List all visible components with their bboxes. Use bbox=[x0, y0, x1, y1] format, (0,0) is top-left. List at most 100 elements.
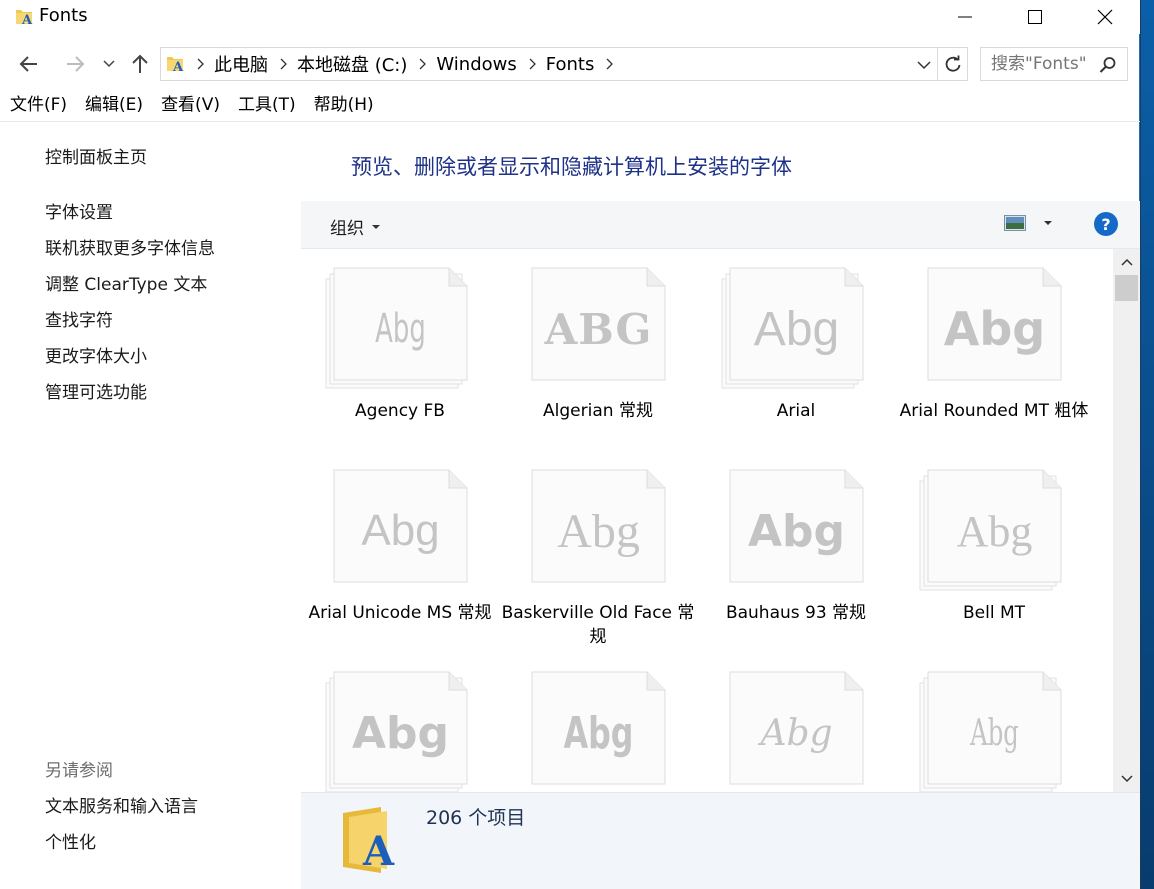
search-input[interactable] bbox=[991, 54, 1101, 74]
see-also-heading: 另请参阅 bbox=[45, 761, 113, 781]
scrollbar-thumb[interactable] bbox=[1115, 275, 1138, 301]
view-thumbnail-icon bbox=[1004, 215, 1026, 231]
font-preview-sample: Abg bbox=[956, 506, 1033, 556]
font-name-label: Arial Unicode MS 常规 bbox=[308, 603, 492, 623]
task-pane: 控制面板主页 字体设置 联机获取更多字体信息 调整 ClearType 文本 查… bbox=[0, 122, 300, 889]
font-preview-sample: ABG bbox=[544, 304, 653, 354]
caret-down-icon bbox=[372, 224, 380, 229]
close-button[interactable] bbox=[1070, 0, 1140, 34]
minimize-icon bbox=[958, 16, 972, 18]
font-preview-sample: Abg bbox=[747, 505, 846, 557]
get-more-fonts-online-link[interactable]: 联机获取更多字体信息 bbox=[45, 234, 215, 259]
chevron-right-icon bbox=[419, 58, 427, 70]
fonts-folder-icon: A bbox=[167, 57, 184, 74]
font-tile-font-tile-12[interactable]: Abg bbox=[697, 653, 895, 792]
up-button[interactable] bbox=[124, 44, 156, 84]
font-tile-bauhaus-93[interactable]: Abg Bauhaus 93 常规 bbox=[697, 451, 895, 651]
personalization-link[interactable]: 个性化 bbox=[45, 828, 96, 853]
font-tile-arial-unicode-ms[interactable]: Abg Arial Unicode MS 常规 bbox=[301, 451, 499, 651]
font-preview-sample: Abg bbox=[760, 712, 833, 754]
title-bar[interactable]: A Fonts bbox=[0, 0, 1140, 34]
desktop-background bbox=[1141, 0, 1154, 889]
font-name-label: Algerian 常规 bbox=[543, 401, 653, 421]
font-tile-bell-mt[interactable]: Abg Bell MT bbox=[895, 451, 1093, 651]
font-grid: Abg Agency FB ABG Algerian 常规 Abg Arial Abg Ari… bbox=[301, 249, 1113, 792]
recent-locations-button[interactable] bbox=[98, 44, 120, 84]
help-button[interactable]: ? bbox=[1094, 212, 1118, 236]
font-preview-sample: Abg bbox=[753, 302, 840, 356]
refresh-button[interactable] bbox=[938, 47, 968, 81]
font-tile-agency-fb[interactable]: Abg Agency FB bbox=[301, 249, 499, 449]
font-preview-sample: Abg bbox=[351, 707, 450, 759]
minimize-button[interactable] bbox=[930, 0, 1000, 34]
font-name-label: Baskerville Old Face 常规 bbox=[501, 603, 695, 647]
breadcrumb-local-disk[interactable]: 本地磁盘 (C:) bbox=[297, 51, 407, 77]
close-icon bbox=[1097, 9, 1113, 25]
scroll-down-button[interactable] bbox=[1113, 766, 1140, 792]
vertical-scrollbar[interactable] bbox=[1113, 249, 1140, 792]
refresh-icon bbox=[945, 55, 960, 72]
change-font-size-link[interactable]: 更改字体大小 bbox=[45, 342, 147, 367]
control-panel-home-link[interactable]: 控制面板主页 bbox=[45, 143, 147, 168]
chevron-right-icon bbox=[280, 58, 287, 70]
item-count: 206 个项目 bbox=[426, 807, 526, 829]
change-view-button[interactable] bbox=[1004, 215, 1056, 231]
manage-optional-features-link[interactable]: 管理可选功能 bbox=[45, 378, 147, 403]
chevron-right-icon bbox=[529, 58, 536, 70]
font-tile-baskerville-old-face[interactable]: Abg Baskerville Old Face 常规 bbox=[499, 451, 697, 651]
chevron-down-icon bbox=[1120, 775, 1133, 783]
breadcrumb-separator[interactable] bbox=[419, 58, 427, 70]
details-pane: A 206 个项目 bbox=[301, 792, 1140, 889]
menu-file[interactable]: 文件(F) bbox=[0, 92, 75, 118]
font-name-label: Arial bbox=[776, 401, 816, 421]
fonts-folder-icon: A bbox=[16, 10, 33, 27]
forward-button[interactable] bbox=[58, 44, 92, 84]
organize-label: 组织 bbox=[330, 219, 364, 239]
font-preview-sample: Abg bbox=[375, 306, 426, 352]
menu-tools[interactable]: 工具(T) bbox=[228, 92, 304, 118]
page-heading: 预览、删除或者显示和隐藏计算机上安装的字体 bbox=[351, 155, 792, 179]
font-name-label: Bell MT bbox=[962, 603, 1026, 623]
breadcrumb-this-pc[interactable]: 此电脑 bbox=[214, 51, 268, 77]
breadcrumb-separator[interactable] bbox=[529, 58, 536, 70]
search-box[interactable] bbox=[980, 47, 1128, 81]
font-tile-font-tile-10[interactable]: Abg bbox=[301, 653, 499, 792]
font-tile-font-tile-13[interactable]: Abg bbox=[895, 653, 1093, 792]
address-history-dropdown[interactable] bbox=[915, 55, 933, 75]
breadcrumb-separator[interactable] bbox=[606, 58, 614, 70]
text-services-link[interactable]: 文本服务和输入语言 bbox=[45, 792, 198, 817]
adjust-cleartype-link[interactable]: 调整 ClearType 文本 bbox=[45, 270, 207, 295]
breadcrumb-separator[interactable] bbox=[280, 58, 287, 70]
caret-down-icon[interactable] bbox=[1040, 218, 1056, 228]
breadcrumb-windows[interactable]: Windows bbox=[436, 54, 516, 75]
breadcrumb-separator[interactable] bbox=[197, 58, 204, 70]
font-preview-sample: Abg bbox=[563, 707, 634, 759]
find-character-link[interactable]: 查找字符 bbox=[45, 306, 113, 331]
search-icon[interactable] bbox=[1099, 56, 1117, 74]
font-tile-font-tile-11[interactable]: Abg bbox=[499, 653, 697, 792]
menu-bar: 文件(F) 编辑(E) 查看(V) 工具(T) 帮助(H) bbox=[0, 92, 1140, 118]
menu-view[interactable]: 查看(V) bbox=[151, 92, 228, 118]
address-bar[interactable]: A 此电脑 本地磁盘 (C:) Windows Fonts bbox=[160, 47, 938, 81]
fonts-folder-icon: A bbox=[343, 807, 395, 873]
scroll-up-button[interactable] bbox=[1113, 249, 1140, 275]
font-preview-sample: Abg bbox=[970, 712, 1019, 754]
chevron-down-icon bbox=[103, 60, 115, 68]
chevron-down-icon bbox=[917, 60, 931, 69]
back-button[interactable] bbox=[12, 44, 46, 84]
chevron-up-icon bbox=[1120, 258, 1133, 266]
organize-button[interactable]: 组织 bbox=[330, 214, 384, 239]
maximize-button[interactable] bbox=[1000, 0, 1070, 34]
arrow-up-icon bbox=[132, 54, 148, 73]
font-settings-link[interactable]: 字体设置 bbox=[45, 198, 113, 223]
explorer-window: A Fonts A 此电脑 本地磁盘 (C:) Windows Fonts 搜索… bbox=[0, 0, 1140, 889]
breadcrumb-fonts[interactable]: Fonts bbox=[546, 54, 595, 75]
chevron-right-icon bbox=[606, 58, 614, 70]
font-tile-arial[interactable]: Abg Arial bbox=[697, 249, 895, 449]
font-tile-arial-rounded-mt-bold[interactable]: Abg Arial Rounded MT 粗体 bbox=[895, 249, 1093, 449]
menu-edit[interactable]: 编辑(E) bbox=[75, 92, 151, 118]
font-tile-algerian[interactable]: ABG Algerian 常规 bbox=[499, 249, 697, 449]
menu-help[interactable]: 帮助(H) bbox=[304, 92, 382, 118]
maximize-icon bbox=[1028, 10, 1042, 24]
font-preview-sample: Abg bbox=[557, 504, 640, 558]
